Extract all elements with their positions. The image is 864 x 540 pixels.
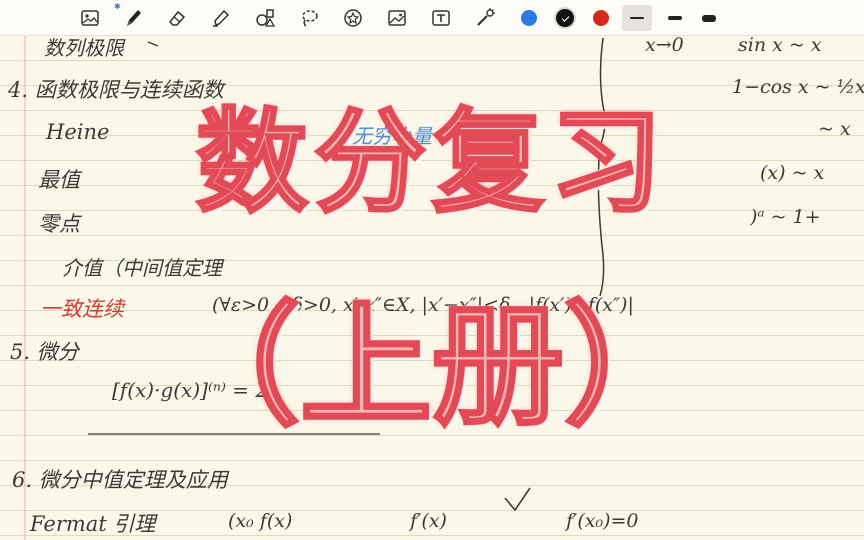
color-swatch-blue[interactable]: [521, 10, 537, 26]
note-sequence-limit: 数列极限: [44, 36, 124, 60]
laser-pointer-icon[interactable]: [472, 5, 498, 31]
image-icon[interactable]: [384, 5, 410, 31]
cover-title: 数分复习: [195, 97, 668, 230]
stroke-width-thin[interactable]: [622, 5, 652, 31]
lasso-icon[interactable]: [296, 5, 322, 31]
text-box-icon[interactable]: [428, 5, 454, 31]
note-sin-equivalence: sin x ~ x: [738, 36, 822, 56]
note-fermat-condition: (x₀ f(x): [228, 510, 293, 532]
note-cos-equivalence: 1−cos x ~ ½x: [732, 76, 864, 98]
color-swatch-red[interactable]: [593, 10, 609, 26]
highlighter-icon[interactable]: [208, 5, 234, 31]
eraser-icon[interactable]: [164, 5, 190, 31]
sticker-icon[interactable]: [340, 5, 366, 31]
note-fermat-result: f′(x₀)=0: [566, 510, 639, 532]
note-heading-6: 6. 微分中值定理及应用: [12, 468, 228, 492]
note-derivative: f′(x): [410, 510, 447, 532]
note-x-to-zero: x→0: [645, 36, 684, 56]
cover-subtitle: （上册）: [167, 290, 698, 444]
color-swatch-black[interactable]: [556, 9, 574, 27]
image-insert-icon[interactable]: [77, 5, 103, 31]
shapes-icon[interactable]: [252, 5, 278, 31]
note-intermediate-value: 介值（中间值定理: [62, 256, 222, 280]
pen-icon[interactable]: [120, 5, 146, 31]
stroke-width-medium[interactable]: [660, 5, 690, 31]
stroke-width-thick[interactable]: [694, 5, 724, 31]
note-fermat-lemma: Fermat 引理: [30, 512, 156, 536]
drawing-toolbar: ✱: [0, 0, 864, 36]
checkmark-icon: [504, 487, 531, 512]
